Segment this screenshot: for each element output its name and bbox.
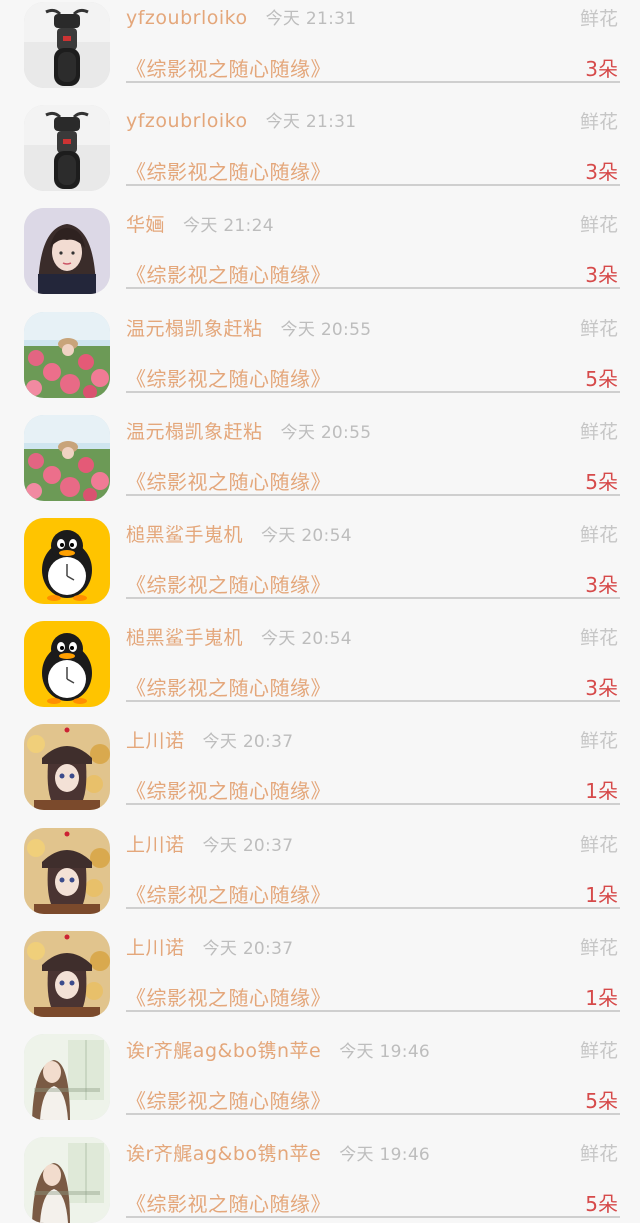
gift-type: 鲜花 [579,1039,618,1062]
timestamp: 今天 21:31 [265,9,357,29]
sender-name: 诶r齐艉ag&bo镌n苹e 今天 19:46 [126,1036,430,1063]
timestamp: 今天 19:46 [339,1145,431,1166]
timestamp: 今天 20:54 [261,629,352,650]
list-item[interactable]: 诶r齐艉ag&bo镌n苹e 今天 19:46 鲜花 《综影视之随心随缘》 5朵 [0,1115,640,1223]
sender-name-text: 上川诺 [126,730,185,753]
list-item[interactable]: 温元榻凯象赶粘 今天 20:55 鲜花 《综影视之随心随缘》 5朵 [0,393,640,501]
sender-name-text: 温元榻凯象赶粘 [126,317,263,340]
work-title[interactable]: 《综影视之随心随缘》 [126,982,331,1011]
list-item[interactable]: 槌黑鲨手嵬机 今天 20:54 鲜花 《综影视之随心随缘》 3朵 [0,599,640,708]
avatar-flower-garden[interactable] [24,414,110,501]
gift-type: 鲜花 [579,1143,618,1166]
sender-name-text: 温元榻凯象赶粘 [126,420,263,443]
list-item[interactable]: yfzoubrloiko 今天 21:31 鲜花 《综影视之随心随缘》 3朵 [0,0,640,88]
avatar-anime-girl[interactable] [24,724,110,811]
gift-type: 鲜花 [579,317,618,340]
work-title[interactable]: 《综影视之随心随缘》 [126,879,331,908]
work-title[interactable]: 《综影视之随心随缘》 [126,569,331,598]
sender-name: 槌黑鲨手嵬机 今天 20:54 [126,623,352,650]
gift-type: 鲜花 [579,420,618,443]
sender-name-text: 上川诺 [126,936,185,959]
avatar-flower-garden[interactable] [24,311,110,398]
gift-count: 3朵 [585,57,618,81]
gift-type: 鲜花 [579,627,618,650]
gift-count: 3朵 [585,263,618,288]
gift-type: 鲜花 [579,523,618,546]
gift-count: 1朵 [585,985,618,1010]
list-item[interactable]: 上川诺 今天 20:37 鲜花 《综影视之随心随缘》 1朵 [0,909,640,1017]
list-item[interactable]: 上川诺 今天 20:37 鲜花 《综影视之随心随缘》 1朵 [0,702,640,811]
timestamp: 今天 21:24 [183,216,274,237]
work-title[interactable]: 《综影视之随心随缘》 [126,156,331,185]
sender-name: 温元榻凯象赶粘 今天 20:55 [126,417,371,444]
gift-count: 1朵 [585,779,618,804]
avatar-penguin[interactable] [24,621,110,708]
gift-type: 鲜花 [579,936,618,959]
gift-record-list: yfzoubrloiko 今天 21:31 鲜花 《综影视之随心随缘》 3朵 yf… [0,0,640,1223]
sender-name: 温元榻凯象赶粘 今天 20:55 [126,314,371,341]
avatar-anime-girl[interactable] [24,930,110,1017]
gift-count: 5朵 [585,366,618,391]
timestamp: 今天 20:54 [261,525,352,546]
sender-name-text: 槌黑鲨手嵬机 [126,627,244,650]
sender-name: yfzoubrloiko 今天 21:31 [126,107,356,132]
list-item[interactable]: 槌黑鲨手嵬机 今天 20:54 鲜花 《综影视之随心随缘》 3朵 [0,496,640,604]
gift-count: 3朵 [585,676,618,701]
sender-name-text: yfzoubrloiko [126,110,248,133]
sender-name-text: 上川诺 [126,833,185,856]
avatar-penguin[interactable] [24,517,110,604]
divider [126,1216,620,1219]
timestamp: 今天 20:37 [202,938,294,959]
work-title[interactable]: 《综影视之随心随缘》 [126,363,331,392]
work-title[interactable]: 《综影视之随心随缘》 [126,672,331,701]
work-title[interactable]: 《综影视之随心随缘》 [126,259,331,288]
avatar-anime-girl[interactable] [24,827,110,914]
gift-type: 鲜花 [579,111,618,134]
timestamp: 今天 20:55 [280,422,372,443]
sender-name-text: 槌黑鲨手嵬机 [126,523,244,546]
sender-name: 上川诺 今天 20:37 [126,830,293,857]
list-item[interactable]: 上川诺 今天 20:37 鲜花 《综影视之随心随缘》 1朵 [0,806,640,914]
avatar-motorbike[interactable] [24,105,110,192]
sender-name: yfzoubrloiko 今天 21:31 [126,4,356,29]
gift-count: 3朵 [585,160,618,185]
work-title[interactable]: 《综影视之随心随缘》 [126,1085,331,1114]
timestamp: 今天 20:55 [280,319,372,340]
avatar-window-girl[interactable] [24,1033,110,1120]
sender-name: 上川诺 今天 20:37 [126,933,293,960]
list-item[interactable]: 诶r齐艉ag&bo镌n苹e 今天 19:46 鲜花 《综影视之随心随缘》 5朵 [0,1012,640,1120]
list-item[interactable]: yfzoubrloiko 今天 21:31 鲜花 《综影视之随心随缘》 3朵 [0,83,640,192]
work-title[interactable]: 《综影视之随心随缘》 [126,466,331,495]
gift-count: 5朵 [585,1192,618,1217]
avatar-motorbike[interactable] [24,2,110,88]
sender-name-text: 诶r齐艉ag&bo镌n苹e [126,1039,322,1062]
timestamp: 今天 21:31 [265,112,357,133]
gift-type: 鲜花 [579,730,618,753]
work-title[interactable]: 《综影视之随心随缘》 [126,53,331,82]
gift-type: 鲜花 [579,833,618,856]
timestamp: 今天 20:37 [202,732,294,753]
work-title[interactable]: 《综影视之随心随缘》 [126,775,331,804]
avatar-girl-portrait[interactable] [24,208,110,295]
sender-name: 华婳 今天 21:24 [126,210,274,237]
sender-name: 上川诺 今天 20:37 [126,726,293,753]
list-item[interactable]: 温元榻凯象赶粘 今天 20:55 鲜花 《综影视之随心随缘》 5朵 [0,290,640,398]
sender-name-text: 诶r齐艉ag&bo镌n苹e [126,1143,322,1166]
avatar-window-girl[interactable] [24,1137,110,1223]
gift-count: 3朵 [585,572,618,597]
sender-name: 诶r齐艉ag&bo镌n苹e 今天 19:46 [126,1139,430,1166]
gift-count: 1朵 [585,882,618,907]
sender-name-text: yfzoubrloiko [126,7,248,29]
work-title[interactable]: 《综影视之随心随缘》 [126,1188,331,1217]
gift-count: 5朵 [585,469,618,494]
gift-count: 5朵 [585,1088,618,1113]
timestamp: 今天 19:46 [339,1041,431,1062]
gift-type: 鲜花 [579,8,618,30]
sender-name: 槌黑鲨手嵬机 今天 20:54 [126,520,352,547]
timestamp: 今天 20:37 [202,835,294,856]
sender-name-text: 华婳 [126,214,166,237]
list-item[interactable]: 华婳 今天 21:24 鲜花 《综影视之随心随缘》 3朵 [0,186,640,295]
gift-type: 鲜花 [579,214,618,237]
